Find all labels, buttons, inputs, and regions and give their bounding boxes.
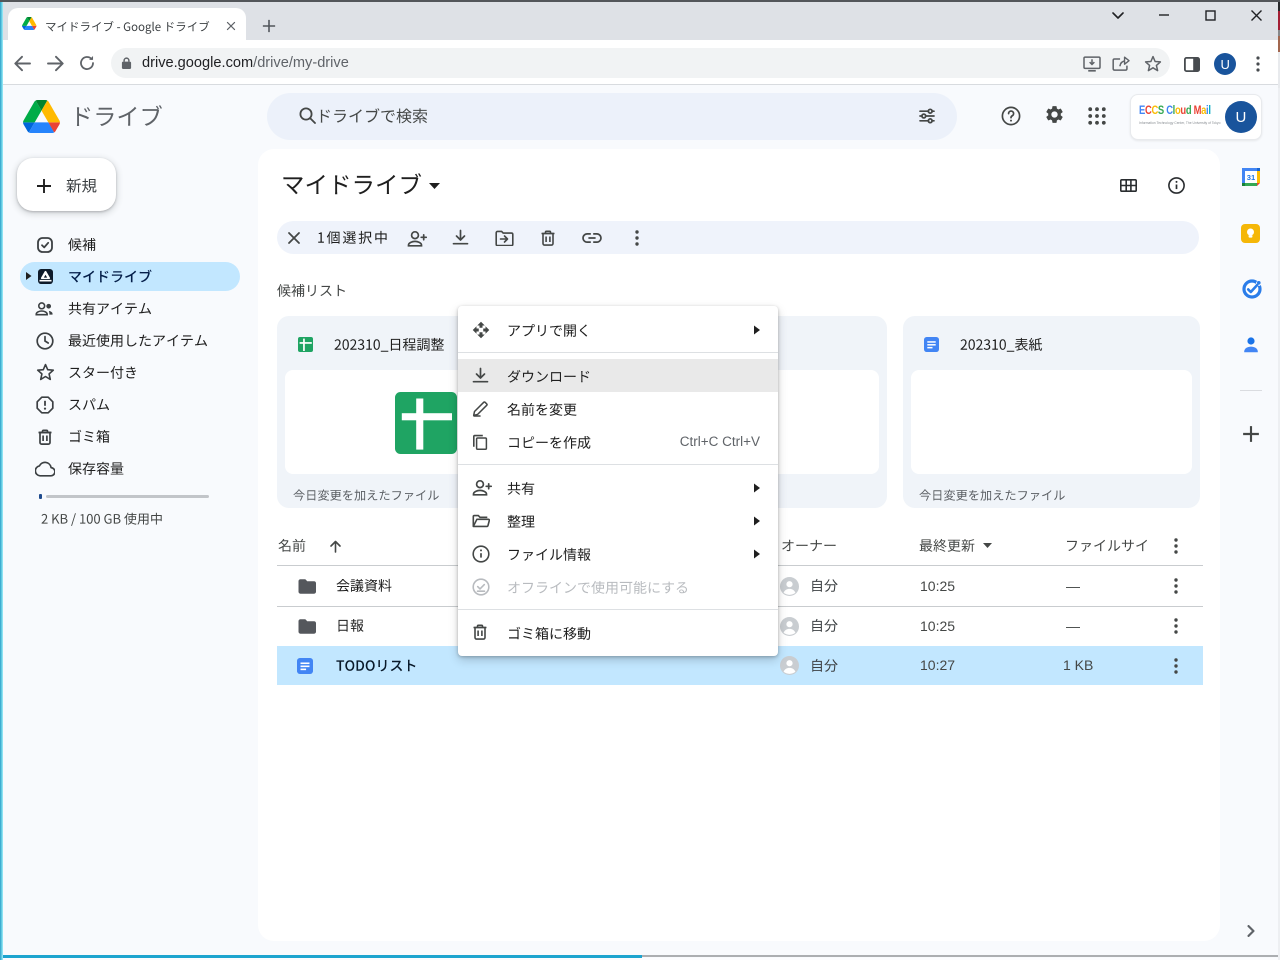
svg-text:31: 31 bbox=[1247, 173, 1256, 182]
